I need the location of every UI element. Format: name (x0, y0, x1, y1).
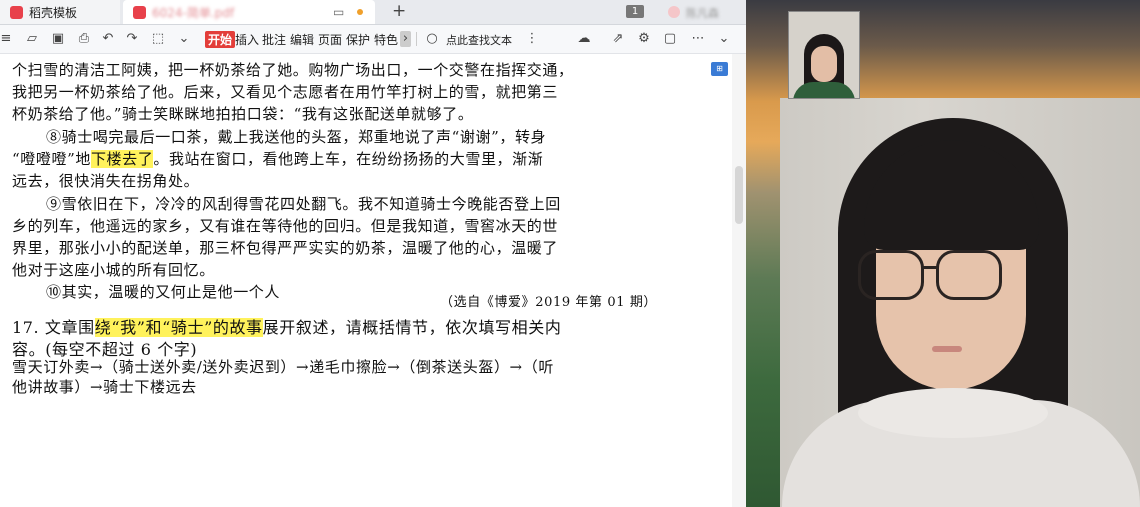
glasses-bridge (921, 266, 937, 269)
more-dots-icon[interactable]: ⋮ (524, 31, 540, 47)
text-line: 个扫雪的清洁工阿姨，把一杯奶茶给了她。购物广场出口，一个交警在指挥交通， (12, 61, 574, 79)
more-options-icon[interactable]: ⋯ (690, 31, 706, 47)
person-mouth (932, 346, 962, 352)
menu-home[interactable]: 开始 (205, 31, 236, 48)
text-line: 我把另一杯奶茶给了他。后来，又看见个志愿者在用竹竿打树上的雪，就把第三 (12, 83, 559, 101)
more-menus-icon[interactable]: › (400, 31, 411, 47)
user-avatar[interactable] (668, 6, 680, 18)
cloud-icon[interactable]: ☁ (576, 31, 592, 47)
answer-line: 他讲故事）→骑士下楼远去 (12, 378, 197, 396)
text-line: 乡的列车，他遥远的家乡，又有谁在等待他的回归。但是我知道，雪窖冰天的世 (12, 217, 559, 235)
toolbar: ≡ ▱ ▣ ⎙ ↶ ↷ ⬚ ⌄ 开始 插入 批注 编辑 页面 保护 特色 › ○… (0, 25, 746, 54)
answer-line: 雪天订外卖→（骑士送外卖/送外卖迟到）→递毛巾擦脸→（倒茶送头盔）→（听 (12, 358, 554, 376)
search-text-button[interactable]: 点此查找文本 (446, 32, 512, 48)
menu-comment[interactable]: 批注 (262, 31, 286, 48)
menu-features[interactable]: 特色 (374, 31, 398, 48)
text-run: 。我站在窗口，看他跨上车，在纷纷扬扬的大雪里，渐渐 (153, 150, 544, 168)
highlight-run: 绕“我”和“骑士”的故事 (94, 318, 263, 337)
redo-icon[interactable]: ↷ (124, 31, 140, 47)
new-tab-plus-icon[interactable]: + (392, 1, 406, 21)
user-name[interactable]: 陈凡森 (686, 5, 719, 21)
tab-docer-templates[interactable]: 稻壳模板 (0, 0, 120, 24)
wps-logo-icon (10, 5, 23, 19)
thumb-face (811, 46, 837, 82)
text-run: 17. 文章围 (12, 318, 95, 337)
tab-bar: 稻壳模板 6024-简单.pdf ▭ + 1 陈凡森 (0, 0, 746, 25)
text-line: 杯奶茶给了他。”骑士笑眯眯地拍拍口袋：“我有这张配送单就够了。 (12, 105, 474, 123)
menu-edit[interactable]: 编辑 (290, 31, 314, 48)
search-icon[interactable]: ○ (424, 31, 440, 47)
thumb-shirt (793, 82, 855, 98)
export-icon[interactable]: ⬚ (150, 31, 166, 47)
scrollbar[interactable] (732, 54, 746, 507)
chevron-down-icon[interactable]: ⌄ (176, 31, 192, 47)
settings-gear-icon[interactable]: ⚙ (636, 31, 652, 47)
menu-page[interactable]: 页面 (318, 31, 342, 48)
side-panel-icon[interactable]: ⊞ (711, 62, 728, 76)
toolbar-divider (416, 32, 417, 46)
pdf-reader-window: 稻壳模板 6024-简单.pdf ▭ + 1 陈凡森 ≡ ▱ ▣ ⎙ ↶ ↷ ⬚… (0, 0, 746, 507)
text-line: ⑩其实，温暖的又何止是他一个人 (46, 283, 281, 301)
source-citation: （选自《博爱》2019 年第 01 期） (440, 295, 658, 310)
tab-label: 6024-简单.pdf (152, 5, 235, 20)
self-view-thumbnail[interactable] (788, 11, 860, 99)
text-run: “噔噔噔”地 (12, 150, 91, 168)
share-icon[interactable]: ⇗ (610, 31, 626, 47)
text-line: ⑨雪依旧在下，冷冷的风刮得雪花四处翻飞。我不知道骑士今晚能否登上回 (46, 195, 561, 213)
text-line: 远去，很快消失在拐角处。 (12, 172, 200, 190)
question-17: 17. 文章围绕“我”和“骑士”的故事展开叙述，请概括情节，依次填写相关内 (12, 314, 561, 338)
comment-icon[interactable]: ▢ (662, 31, 678, 47)
text-line: ⑧骑士喝完最后一口茶，戴上我送他的头盔，郑重地说了声“谢谢”，转身 (46, 128, 547, 146)
pdf-logo-icon (133, 5, 146, 19)
text-run: 展开叙述，请概括情节，依次填写相关内 (262, 318, 562, 337)
menu-protect[interactable]: 保护 (346, 31, 370, 48)
monitor-icon[interactable]: ▭ (333, 5, 344, 19)
menu-expand-icon[interactable]: ≡ (0, 31, 14, 47)
highlight-run: 下楼去了 (90, 150, 154, 168)
document-page: 个扫雪的清洁工阿姨，把一杯奶茶给了她。购物广场出口，一个交警在指挥交通， 我把另… (0, 54, 730, 507)
text-line: “噔噔噔”地下楼去了。我站在窗口，看他跨上车，在纷纷扬扬的大雪里，渐渐 (12, 148, 543, 169)
scrollbar-thumb[interactable] (735, 166, 743, 224)
menu-insert[interactable]: 插入 (235, 31, 259, 48)
window-count-badge[interactable]: 1 (626, 5, 644, 18)
print-icon[interactable]: ⎙ (76, 31, 92, 47)
glasses-left (858, 250, 924, 300)
collapse-chevron-icon[interactable]: ⌄ (716, 31, 732, 47)
open-folder-icon[interactable]: ▱ (24, 31, 40, 47)
save-icon[interactable]: ▣ (50, 31, 66, 47)
text-line: 界里，那张小小的配送单，那三杯包得严严实实的奶茶，温暖了他的心，温暖了 (12, 239, 559, 257)
glasses-right (936, 250, 1002, 300)
undo-icon[interactable]: ↶ (100, 31, 116, 47)
tab-pdf-document[interactable]: 6024-简单.pdf ▭ (123, 0, 375, 24)
person-collar (858, 388, 1048, 438)
unsaved-dot-icon (357, 9, 363, 15)
tab-label: 稻壳模板 (29, 5, 78, 20)
text-line: 他对于这座小城的所有回忆。 (12, 261, 215, 279)
